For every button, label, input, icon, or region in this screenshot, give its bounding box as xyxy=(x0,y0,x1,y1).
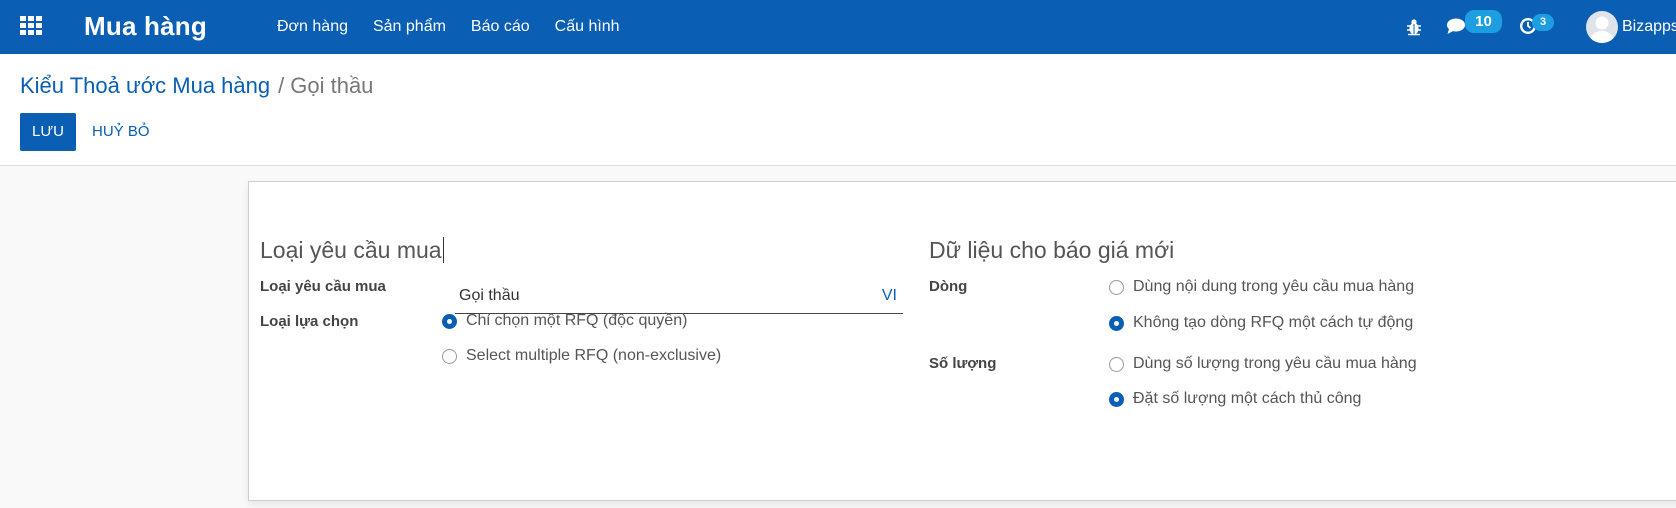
radio-button[interactable] xyxy=(442,348,457,364)
save-button[interactable]: LƯU xyxy=(20,113,76,151)
menu-item-orders[interactable]: Đơn hàng xyxy=(277,18,348,36)
group-title-new-quote-data: Dữ liệu cho báo giá mới xyxy=(929,237,1175,263)
radio-label: Chỉ chọn một RFQ (độc quyền) xyxy=(466,312,688,329)
field-label-selection-type: Loại lựa chọn xyxy=(260,313,359,330)
radio-non-exclusive[interactable]: Select multiple RFQ (non-exclusive) xyxy=(442,347,721,365)
chat-icon[interactable] xyxy=(1446,17,1466,35)
apps-menu-icon[interactable] xyxy=(20,16,42,35)
main-menu: Đơn hàng Sản phẩm Báo cáo Cấu hình xyxy=(277,0,645,54)
radio-button[interactable] xyxy=(1109,356,1124,372)
request-type-input[interactable]: Gọi thầu VI xyxy=(455,281,903,314)
top-navbar: Mua hàng Đơn hàng Sản phẩm Báo cáo Cấu h… xyxy=(0,0,1676,54)
breadcrumb-current: Gọi thầu xyxy=(290,73,374,98)
bug-icon[interactable] xyxy=(1406,18,1422,36)
form-sheet xyxy=(248,181,1676,501)
radio-lines-copy[interactable]: Dùng nội dung trong yêu cầu mua hàng xyxy=(1109,278,1414,296)
activity-count-badge: 3 xyxy=(1532,14,1554,31)
radio-label: Dùng nội dung trong yêu cầu mua hàng xyxy=(1133,278,1415,295)
radio-button-checked[interactable] xyxy=(442,313,457,329)
radio-label: Select multiple RFQ (non-exclusive) xyxy=(466,347,722,364)
radio-label: Đặt số lượng một cách thủ công xyxy=(1133,390,1362,407)
radio-lines-none[interactable]: Không tạo dòng RFQ một cách tự động xyxy=(1109,314,1413,332)
menu-item-configuration[interactable]: Cấu hình xyxy=(555,18,620,36)
control-panel: Kiểu Thoả ước Mua hàng / Gọi thầu LƯU HUỶ … xyxy=(0,54,1676,166)
radio-exclusive[interactable]: Chỉ chọn một RFQ (độc quyền) xyxy=(442,312,687,330)
radio-quantity-manual[interactable]: Đặt số lượng một cách thủ công xyxy=(1109,390,1361,408)
field-label-lines: Dòng xyxy=(929,278,968,295)
radio-button-checked[interactable] xyxy=(1109,391,1124,407)
radio-button[interactable] xyxy=(1109,279,1124,295)
discard-button[interactable]: HUỶ BỎ xyxy=(92,113,150,151)
radio-button-checked[interactable] xyxy=(1109,315,1124,331)
language-button[interactable]: VI xyxy=(882,287,897,305)
avatar[interactable] xyxy=(1586,11,1618,43)
radio-label: Dùng số lượng trong yêu cầu mua hàng xyxy=(1133,355,1417,372)
breadcrumb-parent-link[interactable]: Kiểu Thoả ước Mua hàng xyxy=(20,73,270,98)
chat-count-badge: 10 xyxy=(1465,10,1502,33)
request-type-value: Gọi thầu xyxy=(459,287,520,304)
menu-item-reports[interactable]: Báo cáo xyxy=(471,18,530,36)
app-title[interactable]: Mua hàng xyxy=(84,11,207,42)
user-name[interactable]: Bizapps xyxy=(1622,18,1676,36)
group-title-request-type: Loại yêu cầu mua xyxy=(260,237,444,263)
field-label-request-type: Loại yêu cầu mua xyxy=(260,278,386,295)
radio-quantity-copy[interactable]: Dùng số lượng trong yêu cầu mua hàng xyxy=(1109,355,1417,373)
field-label-quantity: Số lượng xyxy=(929,355,997,372)
breadcrumb-separator: / xyxy=(278,73,285,98)
user-avatar-icon xyxy=(1590,16,1614,43)
menu-item-products[interactable]: Sản phẩm xyxy=(373,18,446,36)
breadcrumb: Kiểu Thoả ước Mua hàng / Gọi thầu xyxy=(20,73,373,99)
radio-label: Không tạo dòng RFQ một cách tự động xyxy=(1133,314,1414,331)
